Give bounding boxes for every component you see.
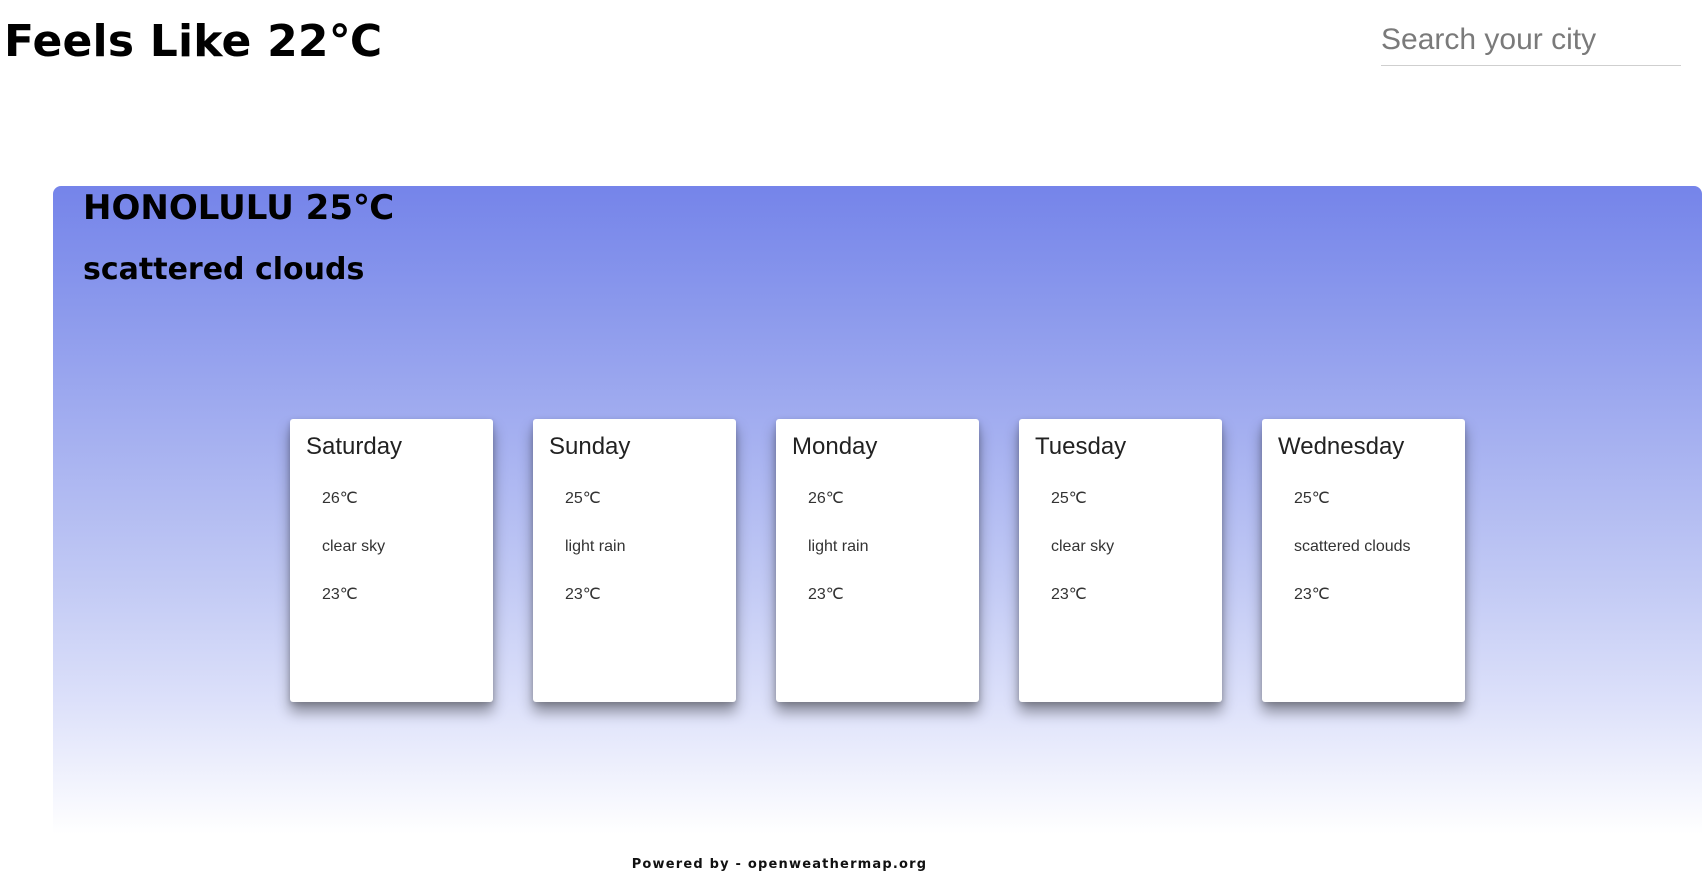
forecast-day-name: Sunday <box>549 433 631 460</box>
city-temperature-title: HONOLULU 25℃ <box>83 188 395 228</box>
forecast-row: Saturday 26℃ clear sky 23℃ Sunday 25℃ li… <box>290 419 1465 702</box>
forecast-card-wednesday: Wednesday 25℃ scattered clouds 23℃ <box>1262 419 1465 702</box>
forecast-high-temp: 25℃ <box>565 490 601 507</box>
forecast-high-temp: 25℃ <box>1294 490 1330 507</box>
forecast-card-sunday: Sunday 25℃ light rain 23℃ <box>533 419 736 702</box>
forecast-day-name: Wednesday <box>1278 433 1405 460</box>
forecast-high-temp: 26℃ <box>808 490 844 507</box>
weather-page: Feels Like 22℃ HONOLULU 25℃ scattered cl… <box>0 0 1703 885</box>
forecast-low-temp: 23℃ <box>808 586 844 603</box>
forecast-low-temp: 23℃ <box>1294 586 1330 603</box>
forecast-low-temp: 23℃ <box>1051 586 1087 603</box>
forecast-condition: scattered clouds <box>1294 538 1411 555</box>
footer: Powered by - openweathermap.org <box>0 857 1703 877</box>
forecast-condition: light rain <box>565 538 626 555</box>
forecast-condition: light rain <box>808 538 869 555</box>
forecast-day-name: Saturday <box>306 433 403 460</box>
forecast-card-saturday: Saturday 26℃ clear sky 23℃ <box>290 419 493 702</box>
weather-panel: HONOLULU 25℃ scattered clouds Saturday 2… <box>53 186 1702 834</box>
search-field-container <box>1381 14 1681 66</box>
forecast-day-name: Tuesday <box>1035 433 1127 460</box>
forecast-condition: clear sky <box>322 538 386 555</box>
forecast-low-temp: 23℃ <box>322 586 358 603</box>
forecast-condition: clear sky <box>1051 538 1115 555</box>
current-condition: scattered clouds <box>83 252 365 287</box>
forecast-day-name: Monday <box>792 433 878 460</box>
feels-like-heading: Feels Like 22℃ <box>4 16 383 67</box>
forecast-card-tuesday: Tuesday 25℃ clear sky 23℃ <box>1019 419 1222 702</box>
forecast-high-temp: 26℃ <box>322 490 358 507</box>
powered-by-credit: Powered by - openweathermap.org <box>631 857 928 872</box>
forecast-high-temp: 25℃ <box>1051 490 1087 507</box>
forecast-low-temp: 23℃ <box>565 586 601 603</box>
forecast-card-monday: Monday 26℃ light rain 23℃ <box>776 419 979 702</box>
search-city-input[interactable] <box>1381 14 1681 65</box>
